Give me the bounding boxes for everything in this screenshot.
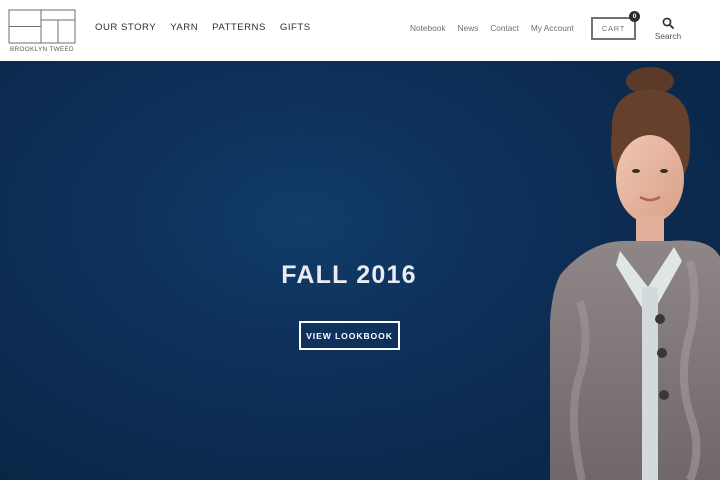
main-nav: OUR STORY YARN PATTERNS GIFTS bbox=[95, 22, 311, 33]
model-photo bbox=[550, 67, 720, 480]
utility-nav: Notebook News Contact My Account bbox=[410, 23, 574, 33]
view-lookbook-button[interactable]: VIEW LOOKBOOK bbox=[299, 321, 400, 350]
hero-banner: FALL 2016 VIEW LOOKBOOK bbox=[0, 61, 720, 480]
nav-patterns[interactable]: PATTERNS bbox=[212, 22, 266, 33]
hero-title: FALL 2016 bbox=[281, 261, 417, 289]
brand-logo[interactable]: BROOKLYN TWEED bbox=[8, 9, 76, 54]
logo-mark-icon bbox=[8, 9, 76, 44]
search-button[interactable]: Search bbox=[652, 17, 684, 43]
site-header: BROOKLYN TWEED OUR STORY YARN PATTERNS G… bbox=[0, 0, 720, 61]
util-link-contact[interactable]: Contact bbox=[490, 23, 519, 33]
util-link-news[interactable]: News bbox=[458, 23, 479, 33]
cart-count-badge: 0 bbox=[629, 11, 640, 22]
brand-name: BROOKLYN TWEED bbox=[10, 46, 74, 53]
cart-button[interactable]: CART 0 bbox=[591, 11, 640, 40]
cart-label: CART bbox=[601, 24, 626, 33]
search-label: Search bbox=[654, 31, 682, 41]
view-lookbook-label: VIEW LOOKBOOK bbox=[306, 330, 393, 341]
util-link-notebook[interactable]: Notebook bbox=[410, 23, 446, 33]
search-icon bbox=[662, 17, 674, 29]
nav-yarn[interactable]: YARN bbox=[170, 22, 198, 33]
util-link-my-account[interactable]: My Account bbox=[531, 23, 574, 33]
nav-gifts[interactable]: GIFTS bbox=[280, 22, 311, 33]
nav-our-story[interactable]: OUR STORY bbox=[95, 22, 156, 33]
